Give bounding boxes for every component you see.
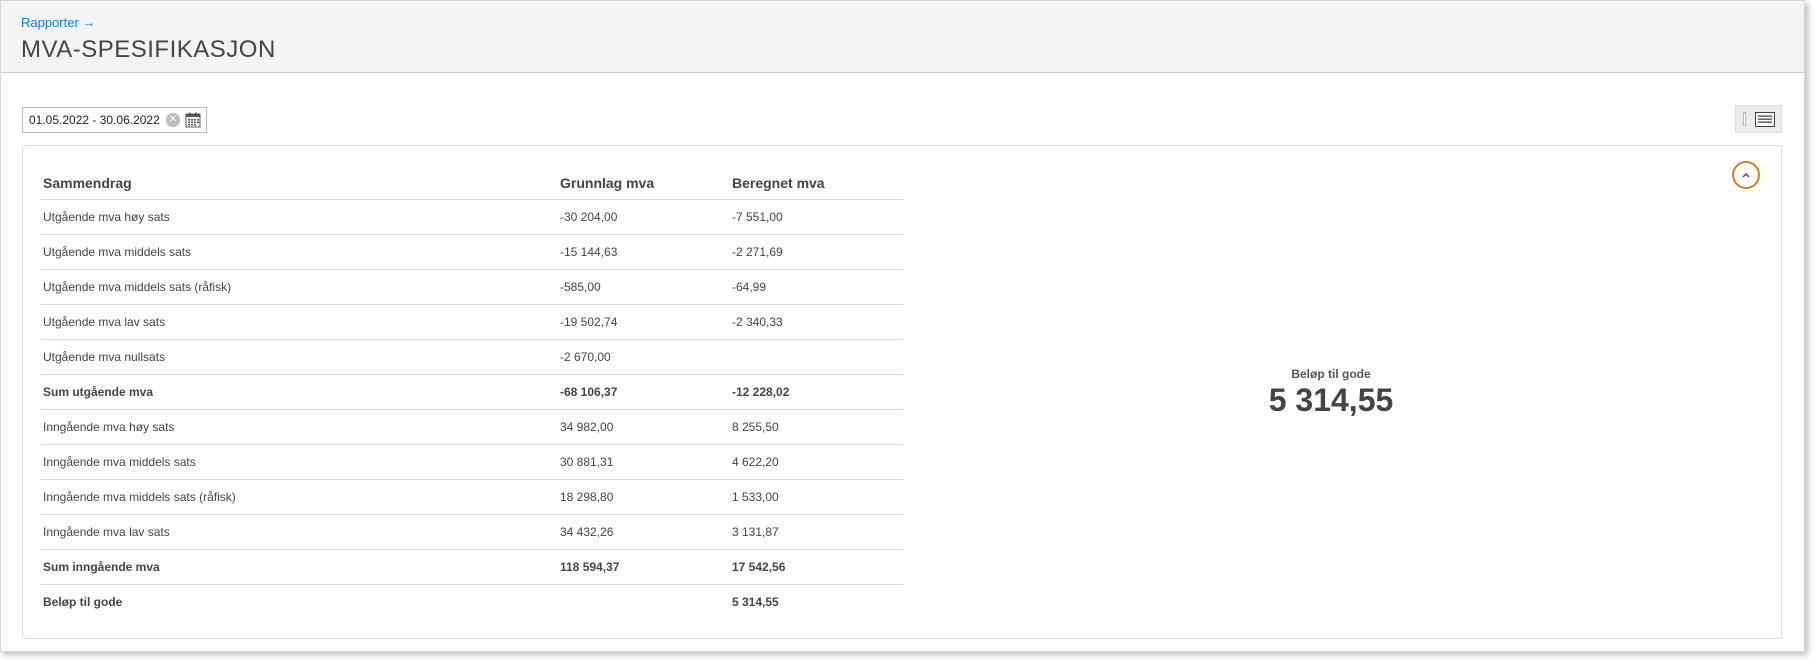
list-view-icon xyxy=(1755,111,1775,127)
vat-summary-table: Sammendrag Grunnlag mva Beregnet mva Utg… xyxy=(41,167,903,619)
row-label: Inngående mva middels sats (råfisk) xyxy=(41,479,558,515)
page-header: Rapporter → MVA-SPESIFIKASJON xyxy=(1,1,1804,73)
row-basis: -2 670,00 xyxy=(558,339,730,375)
balance-row: Beløp til gode 5 314,55 xyxy=(41,584,903,619)
row-label: Utgående mva nullsats xyxy=(41,339,558,375)
table-row: Inngående mva middels sats 30 881,31 4 6… xyxy=(41,444,903,480)
total-summary: Beløp til gode 5 314,55 xyxy=(1231,367,1431,419)
row-label: Utgående mva lav sats xyxy=(41,304,558,340)
row-vat xyxy=(730,339,903,375)
row-basis: 34 432,26 xyxy=(558,514,730,550)
row-vat: 3 131,87 xyxy=(730,514,903,550)
row-label: Inngående mva middels sats xyxy=(41,444,558,480)
table-row: Utgående mva nullsats -2 670,00 xyxy=(41,339,903,375)
row-vat: 1 533,00 xyxy=(730,479,903,515)
sum-row-inngaende: Sum inngående mva 118 594,37 17 542,56 xyxy=(41,549,903,585)
row-basis: -68 106,37 xyxy=(558,374,730,410)
table-header-row: Sammendrag Grunnlag mva Beregnet mva xyxy=(41,167,903,200)
table-row: Utgående mva middels sats (råfisk) -585,… xyxy=(41,269,903,305)
row-basis xyxy=(558,584,730,619)
row-vat: -2 340,33 xyxy=(730,304,903,340)
row-label: Utgående mva middels sats xyxy=(41,234,558,270)
table-row: Utgående mva middels sats -15 144,63 -2 … xyxy=(41,234,903,270)
row-label: Sum utgående mva xyxy=(41,374,558,410)
collapse-button[interactable] xyxy=(1732,161,1760,189)
column-header-sammendrag: Sammendrag xyxy=(41,167,558,200)
row-vat: 8 255,50 xyxy=(730,409,903,445)
row-vat: 17 542,56 xyxy=(730,549,903,585)
calendar-icon[interactable] xyxy=(185,112,201,128)
view-toggle-button[interactable] xyxy=(1735,105,1782,133)
row-label: Beløp til gode xyxy=(43,594,123,609)
date-range-input[interactable]: 01.05.2022 - 30.06.2022 xyxy=(29,113,164,127)
row-basis: 18 298,80 xyxy=(558,479,730,515)
chevron-up-icon xyxy=(1742,173,1750,178)
row-basis: -15 144,63 xyxy=(558,234,730,270)
date-range-picker[interactable]: 01.05.2022 - 30.06.2022 ✕ xyxy=(22,107,207,133)
row-basis: -585,00 xyxy=(558,269,730,305)
row-vat: -2 271,69 xyxy=(730,234,903,270)
table-row: Inngående mva lav sats 34 432,26 3 131,8… xyxy=(41,514,903,550)
row-label: Inngående mva høy sats xyxy=(41,409,558,445)
row-label: Utgående mva middels sats (råfisk) xyxy=(41,269,558,305)
total-value: 5 314,55 xyxy=(1268,382,1394,418)
table-row: Inngående mva middels sats (råfisk) 18 2… xyxy=(41,479,903,515)
page-title: MVA-SPESIFIKASJON xyxy=(21,36,276,63)
row-vat: 4 622,20 xyxy=(730,444,903,480)
column-header-beregnet: Beregnet mva xyxy=(730,167,903,200)
table-row: Inngående mva høy sats 34 982,00 8 255,5… xyxy=(41,409,903,445)
row-label: Sum inngående mva xyxy=(41,549,558,585)
report-window: Rapporter → MVA-SPESIFIKASJON 01.05.2022… xyxy=(0,0,1805,652)
row-basis: 34 982,00 xyxy=(558,409,730,445)
row-basis: -30 204,00 xyxy=(558,199,730,235)
total-label: Beløp til gode xyxy=(1291,367,1371,381)
column-header-grunnlag: Grunnlag mva xyxy=(558,167,730,200)
table-row: Utgående mva høy sats -30 204,00 -7 551,… xyxy=(41,199,903,235)
row-label: Inngående mva lav sats xyxy=(41,514,558,550)
toggle-divider xyxy=(1743,112,1746,126)
row-label: Utgående mva høy sats xyxy=(41,199,558,235)
row-vat: -64,99 xyxy=(730,269,903,305)
row-vat: -12 228,02 xyxy=(730,374,903,410)
clear-icon[interactable]: ✕ xyxy=(166,113,180,127)
row-basis: -19 502,74 xyxy=(558,304,730,340)
table-row: Utgående mva lav sats -19 502,74 -2 340,… xyxy=(41,304,903,340)
row-vat: -7 551,00 xyxy=(730,199,903,235)
row-basis: 30 881,31 xyxy=(558,444,730,480)
row-vat: 5 314,55 xyxy=(732,594,779,609)
sum-row-utgaende: Sum utgående mva -68 106,37 -12 228,02 xyxy=(41,374,903,410)
breadcrumb-rapporter[interactable]: Rapporter → xyxy=(21,15,95,30)
row-basis: 118 594,37 xyxy=(558,549,730,585)
